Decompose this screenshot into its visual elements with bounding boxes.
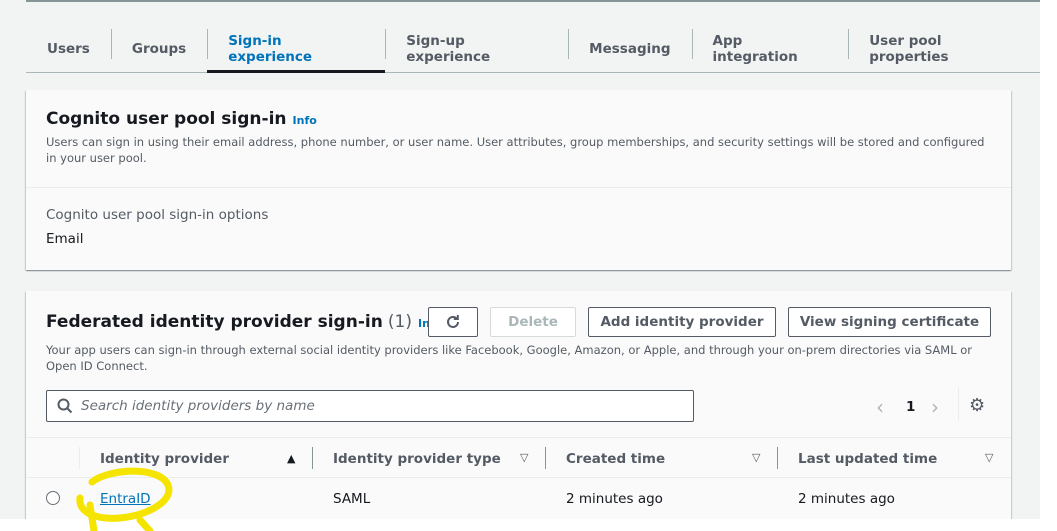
highlight-annotation	[76, 467, 173, 531]
